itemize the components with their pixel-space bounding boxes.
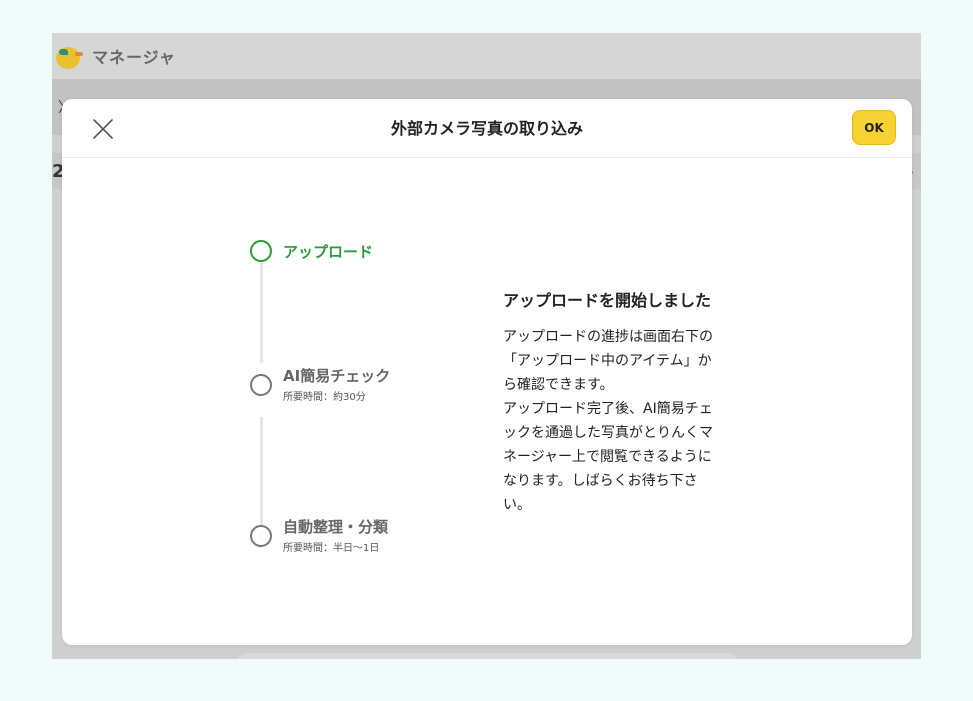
- step-label-ai-check: AI簡易チェック: [283, 367, 391, 385]
- upload-info: アップロードを開始しました アップロードの進捗は画面右下の 「アップロード中のア…: [503, 287, 753, 517]
- app-header: マネージャ: [52, 33, 921, 79]
- close-icon[interactable]: [90, 116, 116, 142]
- progress-stepper: アップロード AI簡易チェック 所要時間：約30分 自動整理・分類 所要時間：半…: [250, 239, 480, 559]
- step-circle-upload-icon: [250, 240, 272, 262]
- modal-header: 外部カメラ写真の取り込み OK: [62, 99, 912, 158]
- info-body: アップロードの進捗は画面右下の 「アップロード中のアイテム」か ら確認できます。…: [503, 329, 713, 513]
- step-label-auto-sort: 自動整理・分類: [283, 518, 389, 536]
- step-duration-auto-sort: 所要時間：半日〜1日: [283, 543, 380, 554]
- app-title: マネージャ: [92, 48, 176, 67]
- step-connector: [260, 417, 263, 527]
- app-bottom-bar: [237, 653, 737, 659]
- step-circle-auto-sort-icon: [250, 525, 272, 547]
- step-label-upload: アップロード: [283, 243, 374, 261]
- info-heading: アップロードを開始しました: [503, 291, 712, 310]
- step-connector: [260, 263, 263, 363]
- step-duration-ai-check: 所要時間：約30分: [283, 392, 366, 403]
- duck-logo-icon: [56, 43, 83, 69]
- step-circle-ai-check-icon: [250, 374, 272, 396]
- modal-title: 外部カメラ写真の取り込み: [390, 119, 583, 138]
- import-modal: 外部カメラ写真の取り込み OK アップロード AI簡易チェック 所要時間：約30…: [62, 99, 912, 645]
- ok-button[interactable]: OK: [852, 110, 896, 145]
